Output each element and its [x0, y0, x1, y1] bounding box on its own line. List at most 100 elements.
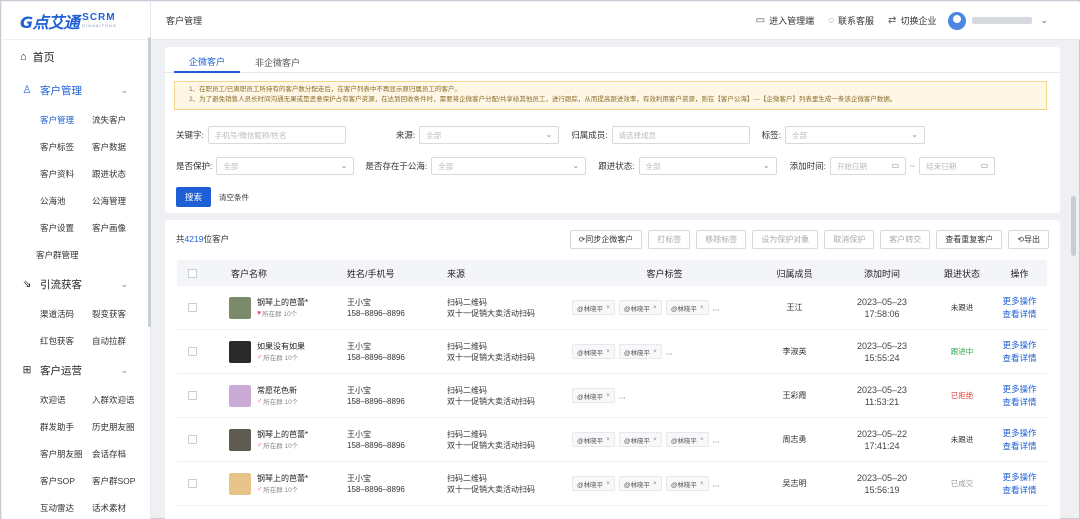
customer-tag[interactable]: @林晓平 × [572, 476, 615, 491]
toolbar-button[interactable]: ⟲ 导出 [1008, 229, 1049, 249]
customer-tag[interactable]: @林晓平 × [572, 432, 615, 447]
more-tags[interactable]: ... [713, 436, 720, 445]
close-icon[interactable]: × [606, 436, 610, 443]
sidebar-scrollbar[interactable] [148, 37, 151, 327]
start-date-input[interactable]: 开始日期 ▭ [830, 157, 906, 175]
sidebar-item[interactable]: 互动雷达 [40, 502, 92, 514]
sidebar-item[interactable]: 话术素材 [92, 502, 144, 514]
close-icon[interactable]: × [606, 392, 610, 399]
close-icon[interactable]: × [606, 348, 610, 355]
main-scrollbar[interactable] [1071, 196, 1076, 256]
sidebar-item[interactable]: 客户群管理 [2, 241, 150, 268]
user-avatar[interactable] [948, 11, 967, 30]
sidebar-item[interactable]: 客户资料 [40, 168, 92, 180]
sidebar-group-0[interactable]: ♙ 客户管理 ⌄ [2, 74, 150, 106]
sidebar-item[interactable]: 客户群SOP [92, 475, 144, 487]
customer-name[interactable]: 钢琴上的芭蕾* [257, 473, 308, 484]
chevron-down-icon[interactable]: ⌄ [1040, 15, 1048, 26]
sidebar-item[interactable]: 跟进状态 [92, 168, 144, 180]
sidebar-item[interactable]: 公海管理 [92, 195, 144, 207]
more-actions-link[interactable]: 更多操作 [992, 471, 1047, 484]
more-actions-link[interactable]: 更多操作 [992, 339, 1047, 352]
toolbar-button[interactable]: 移除标签 [696, 229, 747, 249]
protect-select[interactable]: 全部 ⌄ [216, 157, 355, 175]
customer-tag[interactable]: @林晓平 × [572, 300, 615, 315]
sidebar-item[interactable]: 客户标签 [40, 141, 92, 153]
more-tags[interactable]: ... [619, 392, 626, 401]
end-date-input[interactable]: 结束日期 ▭ [919, 157, 996, 175]
sidebar-item[interactable]: 客户朋友圈 [40, 448, 92, 460]
clear-filters-link[interactable]: 清空条件 [219, 192, 249, 203]
customer-tag[interactable]: @林晓平 × [618, 344, 662, 359]
sidebar-item[interactable]: 会话存档 [92, 448, 144, 460]
sidebar-item[interactable]: 欢迎语 [40, 394, 92, 406]
close-icon[interactable]: × [700, 480, 704, 487]
customer-tag[interactable]: @林晓平 × [618, 300, 662, 315]
sidebar-item[interactable]: 公海池 [40, 195, 92, 207]
toolbar-button[interactable]: 设为保护对象 [752, 229, 819, 249]
sidebar-item[interactable]: 自动拉群 [92, 335, 144, 347]
follow-select[interactable]: 全部 ⌄ [638, 157, 777, 175]
tag-select[interactable]: 全部 ⌄ [785, 126, 925, 144]
view-detail-link[interactable]: 查看详情 [992, 440, 1047, 453]
sidebar-item-home[interactable]: ⌂ 首页 [2, 40, 150, 74]
row-checkbox[interactable] [187, 435, 197, 444]
customer-name[interactable]: 如果没有如果 [257, 341, 305, 352]
sidebar-item[interactable]: 渠道活码 [40, 308, 92, 320]
tab-0[interactable]: 企微客户 [174, 52, 241, 73]
close-icon[interactable]: × [606, 304, 610, 311]
header-action[interactable]: ◌ 联系客服 [828, 14, 874, 27]
toolbar-button[interactable]: ⟳ 同步企微客户 [569, 229, 643, 249]
view-detail-link[interactable]: 查看详情 [992, 308, 1047, 321]
customer-tag[interactable]: @林晓平 × [618, 432, 662, 447]
view-detail-link[interactable]: 查看详情 [992, 396, 1047, 409]
user-name-masked[interactable] [972, 17, 1033, 24]
customer-tag[interactable]: @林晓平 × [618, 476, 662, 491]
view-detail-link[interactable]: 查看详情 [992, 352, 1047, 365]
sidebar-item[interactable]: 客户管理 [40, 114, 92, 126]
customer-tag[interactable]: @林晓平 × [572, 344, 615, 359]
row-checkbox[interactable] [187, 347, 197, 356]
more-tags[interactable]: ... [713, 304, 720, 313]
customer-name[interactable]: 钢琴上的芭蕾* [257, 429, 308, 440]
customer-name[interactable]: 常愿花色新 [257, 385, 298, 396]
sidebar-group-2[interactable]: ⊞ 客户运营 ⌄ [2, 354, 150, 386]
sidebar-item[interactable]: 客户数据 [92, 141, 144, 153]
search-button[interactable]: 搜索 [176, 187, 211, 207]
source-select[interactable]: 全部 ⌄ [419, 126, 560, 144]
sidebar-item[interactable]: 客户画像 [92, 222, 144, 234]
row-checkbox[interactable] [187, 479, 197, 488]
customer-tag[interactable]: @林晓平 × [665, 476, 709, 491]
sidebar-group-1[interactable]: ⇘ 引流获客 ⌄ [2, 268, 150, 300]
more-actions-link[interactable]: 更多操作 [992, 295, 1047, 308]
close-icon[interactable]: × [653, 304, 657, 311]
more-tags[interactable]: ... [713, 480, 720, 489]
sidebar-item[interactable]: 流失客户 [92, 114, 144, 126]
close-icon[interactable]: × [653, 348, 657, 355]
sidebar-item[interactable]: 群发助手 [40, 421, 92, 433]
sidebar-item[interactable]: 客户设置 [40, 222, 92, 234]
header-action[interactable]: ▭ 进入管理端 [756, 14, 814, 27]
more-actions-link[interactable]: 更多操作 [992, 427, 1047, 440]
sidebar-item[interactable]: 客户SOP [40, 475, 92, 487]
toolbar-button[interactable]: 取消保护 [824, 229, 875, 249]
close-icon[interactable]: × [700, 436, 704, 443]
customer-tag[interactable]: @林晓平 × [665, 432, 709, 447]
customer-tag[interactable]: @林晓平 × [572, 388, 615, 403]
toolbar-button[interactable]: 打标签 [648, 229, 691, 249]
toolbar-button[interactable]: 客户转交 [880, 229, 931, 249]
keyword-input[interactable]: 手机号/微信昵称/姓名 [207, 126, 346, 144]
row-checkbox[interactable] [187, 391, 197, 400]
close-icon[interactable]: × [606, 480, 610, 487]
close-icon[interactable]: × [653, 436, 657, 443]
more-tags[interactable]: ... [666, 348, 673, 357]
tab-1[interactable]: 非企微客户 [240, 52, 315, 73]
more-actions-link[interactable]: 更多操作 [992, 383, 1047, 396]
header-action[interactable]: ⇄ 切换企业 [888, 14, 936, 27]
owner-select[interactable]: 请选择成员 [611, 126, 750, 144]
sidebar-item[interactable]: 历史朋友圈 [92, 421, 144, 433]
close-icon[interactable]: × [700, 304, 704, 311]
toolbar-button[interactable]: 查看重复客户 [936, 229, 1003, 249]
customer-tag[interactable]: @林晓平 × [665, 300, 709, 315]
view-detail-link[interactable]: 查看详情 [992, 484, 1047, 497]
